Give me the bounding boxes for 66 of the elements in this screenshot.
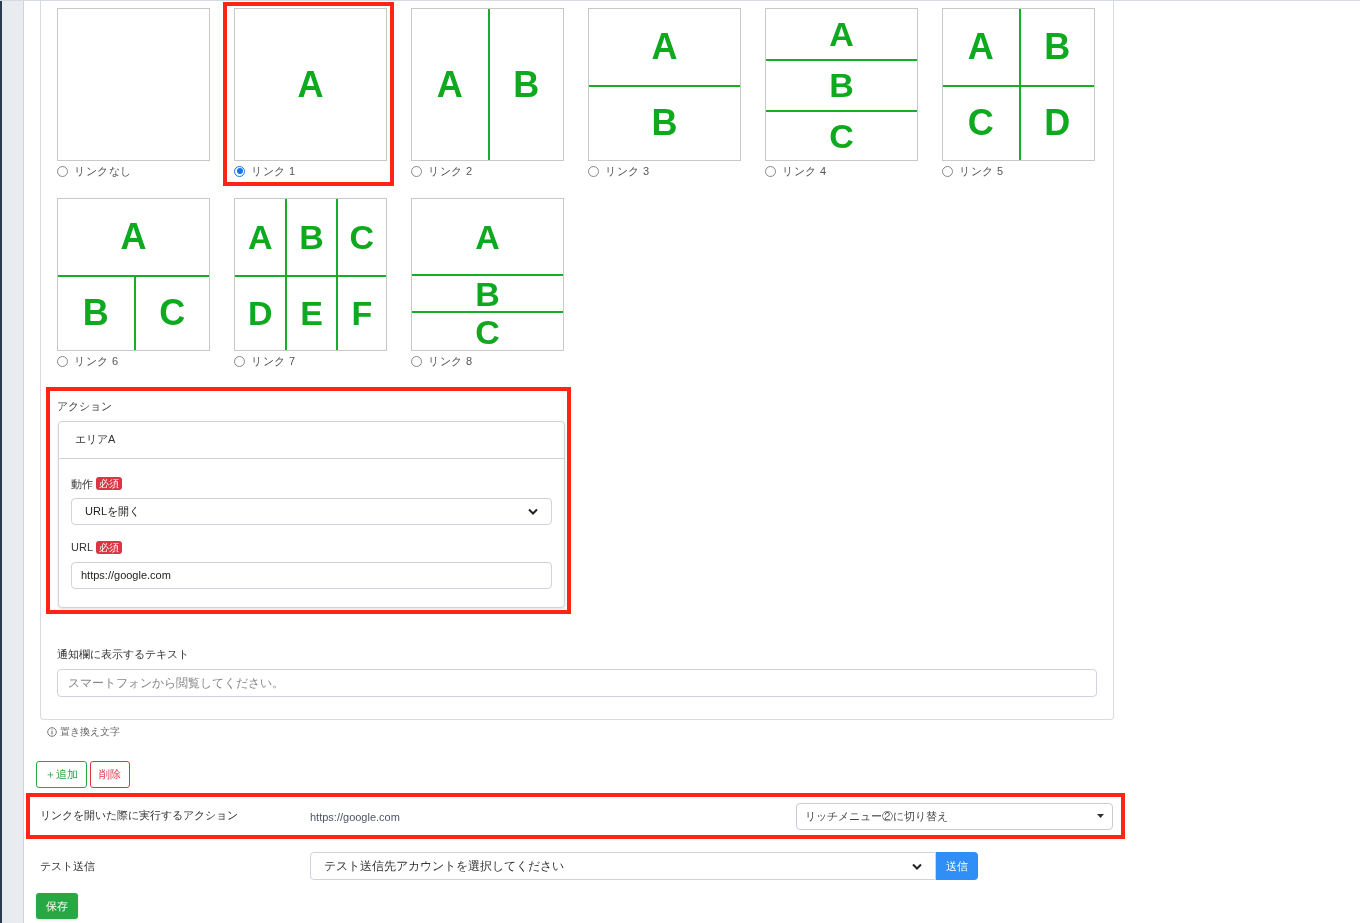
area-letter: A xyxy=(120,218,147,255)
area-letter: B xyxy=(1044,28,1071,65)
area-letter: D xyxy=(1044,105,1071,142)
area-letter: B xyxy=(513,66,540,103)
area-letter: C xyxy=(159,295,186,332)
radio-label: リンク 8 xyxy=(428,353,473,369)
area-letter: C xyxy=(967,105,994,142)
url-field[interactable]: https://google.com xyxy=(71,561,552,589)
area-letter: A xyxy=(967,28,994,65)
area-letter: A xyxy=(247,219,273,254)
card-title: エリアA xyxy=(59,421,564,459)
send-button[interactable]: 送信 xyxy=(936,852,978,880)
field-label: 通知欄に表示するテキスト xyxy=(57,646,190,662)
section-label: アクション xyxy=(57,399,113,414)
caret-icon xyxy=(1097,814,1104,818)
layout-tile[interactable] xyxy=(57,8,210,161)
radio-label: リンク 3 xyxy=(605,163,650,179)
area-letter: F xyxy=(351,296,373,331)
save-button[interactable]: 保存 xyxy=(36,893,78,920)
area-letter: B xyxy=(82,295,109,332)
layout-tile[interactable]: A B C D xyxy=(942,8,1095,161)
area-letter: C xyxy=(829,118,854,153)
url-text: https://google.com xyxy=(310,810,401,826)
area-letter: C xyxy=(349,219,375,254)
radio-label: リンク 4 xyxy=(782,163,827,179)
info-icon xyxy=(47,726,57,737)
area-letter: A xyxy=(475,219,500,254)
chevron-icon xyxy=(912,862,922,870)
layout-tile[interactable]: A B xyxy=(588,8,741,161)
layout-tile[interactable]: A B C xyxy=(765,8,918,161)
area-letter: B xyxy=(475,276,500,311)
area-letter: B xyxy=(651,105,678,142)
area-letter: C xyxy=(475,314,500,349)
rich-menu-select[interactable]: リッチメニュー②に切り替え xyxy=(796,802,1113,830)
action-select[interactable]: URLを開く xyxy=(71,498,552,525)
area-letter: B xyxy=(829,68,854,103)
layout-tile[interactable]: A B C D E F xyxy=(234,198,387,351)
radio-label: リンクなし xyxy=(74,163,132,179)
layout-tile[interactable]: A B xyxy=(411,8,564,161)
layout-tile[interactable]: A B C xyxy=(57,198,210,351)
chevron-icon xyxy=(528,508,538,515)
radio-label: リンク 1 xyxy=(251,163,296,179)
radio-label: リンク 2 xyxy=(428,163,473,179)
account-select[interactable]: テスト送信先アカウントを選択してください xyxy=(310,852,936,880)
row-label: リンクを開いた際に実行するアクション xyxy=(39,808,239,823)
add-button[interactable]: ＋追加 xyxy=(36,761,87,788)
required-badge: 必須 xyxy=(96,477,122,491)
radio-label: リンク 6 xyxy=(74,353,119,369)
layout-tile[interactable]: A B C xyxy=(411,198,564,351)
notification-text-field[interactable]: スマートフォンから閲覧してください。 xyxy=(57,669,1097,697)
area-letter: A xyxy=(829,17,854,52)
field-label: 動作 xyxy=(71,476,93,492)
hint-link[interactable]: 置き換え文字 xyxy=(60,724,120,739)
layout-tile[interactable]: A xyxy=(234,8,387,161)
radio-label: リンク 5 xyxy=(959,163,1004,179)
area-letter: D xyxy=(247,296,273,331)
area-letter: A xyxy=(436,66,463,103)
area-letter: E xyxy=(300,296,323,331)
area-letter: A xyxy=(297,66,324,103)
required-badge: 必須 xyxy=(96,540,122,554)
area-letter: B xyxy=(299,219,324,254)
area-letter: A xyxy=(651,28,678,65)
radio-label: リンク 7 xyxy=(251,353,296,369)
delete-button[interactable]: 削除 xyxy=(90,761,130,788)
row-label: テスト送信 xyxy=(39,858,96,874)
field-label: URL xyxy=(71,540,93,555)
